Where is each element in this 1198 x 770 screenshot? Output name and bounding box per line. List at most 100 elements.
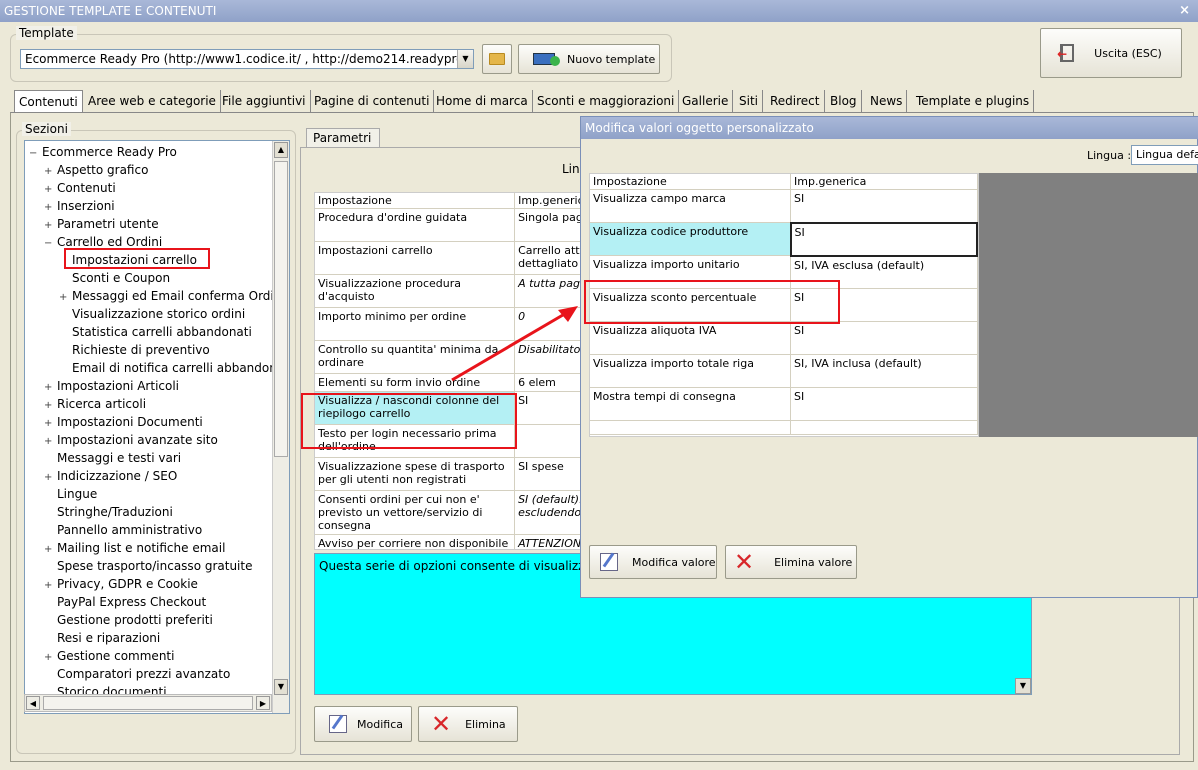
modify-button[interactable]: Modifica <box>314 706 412 742</box>
scroll-right-icon[interactable]: ▶ <box>256 696 270 710</box>
tree-item[interactable]: Pannello amministrativo <box>29 521 284 539</box>
column-header[interactable]: Imp.generica <box>514 193 583 209</box>
tree-item[interactable]: Stringhe/Traduzioni <box>29 503 284 521</box>
tree-item-label: Ecommerce Ready Pro <box>42 145 177 159</box>
tree-item-label: Richieste di preventivo <box>72 343 210 357</box>
exit-icon: ← <box>1057 44 1075 62</box>
tree-item[interactable]: + Impostazioni avanzate sito <box>29 431 284 449</box>
delete-value-button[interactable]: ✕ Elimina valore <box>725 545 857 579</box>
tree-item[interactable]: + Impostazioni Articoli <box>29 377 284 395</box>
modify-value-button[interactable]: Modifica valore <box>589 545 717 579</box>
scroll-down-icon[interactable]: ▼ <box>1015 678 1031 694</box>
delete-button[interactable]: ✕ Elimina <box>418 706 518 742</box>
tab-parametri[interactable]: Parametri <box>306 128 380 148</box>
exit-button[interactable]: ← Uscita (ESC) <box>1040 28 1182 78</box>
h-scroll-thumb[interactable] <box>43 696 253 710</box>
template-select[interactable]: Ecommerce Ready Pro (http://www1.codice.… <box>20 49 474 69</box>
annotation-box-dialog-row <box>584 280 840 324</box>
table-row[interactable]: Avviso per corriere non disponibile ATTEN… <box>315 534 583 549</box>
tree-item[interactable]: Resi e riparazioni <box>29 629 284 647</box>
tree-item[interactable]: Statistica carrelli abbandonati <box>29 323 284 341</box>
sections-tree[interactable]: − Ecommerce Ready Pro + Aspetto grafico + Con… <box>24 140 290 714</box>
tab-gallerie[interactable]: Gallerie <box>678 90 734 112</box>
tree-item-label: Email di notifica carrelli abbandona <box>72 361 285 375</box>
tab-news[interactable]: News <box>866 90 908 112</box>
tree-item[interactable]: + Impostazioni Documenti <box>29 413 284 431</box>
tree-vertical-scrollbar[interactable]: ▲ ▼ <box>272 141 289 713</box>
annotation-box-params-row <box>301 393 517 449</box>
tree-item[interactable]: + Aspetto grafico <box>29 161 284 179</box>
cell-value: SI spese <box>514 457 583 491</box>
tree-item[interactable]: + Indicizzazione / SEO <box>29 467 284 485</box>
scroll-left-icon[interactable]: ◀ <box>26 696 40 710</box>
tree-item[interactable]: Visualizzazione storico ordini <box>29 305 284 323</box>
tree-item[interactable]: + Gestione commenti <box>29 647 284 665</box>
tab-aree-web-e-categorie[interactable]: Aree web e categorie <box>84 90 221 112</box>
column-header[interactable]: Imp.generica <box>790 174 978 190</box>
tree-item[interactable]: Messaggi e testi vari <box>29 449 284 467</box>
tree-item-label: Statistica carrelli abbandonati <box>72 325 252 339</box>
exit-label: Uscita (ESC) <box>1094 46 1162 60</box>
tree-item[interactable]: Spese trasporto/incasso gratuite <box>29 557 284 575</box>
tree-item[interactable]: PayPal Express Checkout <box>29 593 284 611</box>
tree-item-label: Messaggi ed Email conferma Ordin <box>72 289 282 303</box>
scroll-up-icon[interactable]: ▲ <box>274 142 288 158</box>
close-icon[interactable]: × <box>1179 0 1190 22</box>
table-row[interactable]: Visualizzazione spese di trasporto per g… <box>315 457 583 491</box>
tab-redirect[interactable]: Redirect <box>766 90 825 112</box>
cell-setting: Visualizza codice produttore <box>590 222 792 256</box>
cell-value: SI (default): escludendo p <box>514 490 583 535</box>
table-row[interactable]: Visualizza importo totale riga SI, IVA in… <box>590 354 978 388</box>
tab-template-e-plugins[interactable]: Template e plugins <box>912 90 1035 112</box>
tree-item[interactable]: Richieste di preventivo <box>29 341 284 359</box>
table-row[interactable]: Consenti ordini per cui non e' previsto … <box>315 490 583 535</box>
tree-item[interactable]: Lingue <box>29 485 284 503</box>
tree-item[interactable]: + Contenuti <box>29 179 284 197</box>
tree-item-label: Lingue <box>57 487 98 501</box>
tab-file-aggiuntivi[interactable]: File aggiuntivi <box>218 90 311 112</box>
cell-value: SI <box>790 189 978 223</box>
table-row[interactable]: Mostra tempi di consegna SI <box>590 387 978 421</box>
table-row[interactable]: Visualizza aliquota IVA SI <box>590 321 978 355</box>
tree-item-label: Resi e riparazioni <box>57 631 161 645</box>
window-title-bar: GESTIONE TEMPLATE E CONTENUTI <box>0 0 1198 22</box>
table-row[interactable]: Procedura d'ordine guidataSingola pagin <box>315 208 583 242</box>
open-folder-button[interactable] <box>482 44 512 74</box>
cell-value: SI <box>790 321 978 355</box>
tab-contenuti[interactable]: Contenuti <box>14 90 83 112</box>
tree-item-label: Ricerca articoli <box>57 397 147 411</box>
tree-item[interactable]: + Privacy, GDPR e Cookie <box>29 575 284 593</box>
table-row[interactable]: Visualizza codice produttore SI <box>590 221 978 257</box>
column-header[interactable]: Impostazione <box>315 193 516 209</box>
tree-item[interactable]: + Ricerca articoli <box>29 395 284 413</box>
cell-value: ATTENZIONE <box>514 534 583 549</box>
tab-pagine-di-contenuti[interactable]: Pagine di contenuti <box>310 90 435 112</box>
table-row[interactable]: Visualizza campo marca SI <box>590 189 978 223</box>
tree-item[interactable]: + Inserzioni <box>29 197 284 215</box>
tree-item[interactable]: Sconti e Coupon <box>29 269 284 287</box>
tree-item-label: Carrello ed Ordini <box>57 235 163 249</box>
tab-sconti-e-maggiorazioni[interactable]: Sconti e maggiorazioni <box>533 90 680 112</box>
cell-setting: Procedura d'ordine guidata <box>315 208 516 242</box>
column-header[interactable]: Impostazione <box>590 174 792 190</box>
new-template-button[interactable]: Nuovo template <box>518 44 660 74</box>
tree-horizontal-scrollbar[interactable]: ◀ ▶ <box>24 694 272 712</box>
window-title: GESTIONE TEMPLATE E CONTENUTI <box>4 4 217 18</box>
chevron-down-icon[interactable]: ▼ <box>457 50 473 68</box>
tab-siti[interactable]: Siti <box>735 90 763 112</box>
dialog-language-select[interactable]: Lingua defaul <box>1131 145 1198 165</box>
tree-item[interactable]: Gestione prodotti preferiti <box>29 611 284 629</box>
tree-item[interactable]: Email di notifica carrelli abbandona <box>29 359 284 377</box>
template-select-value: Ecommerce Ready Pro (http://www1.codice.… <box>25 52 472 66</box>
tree-item[interactable]: Comparatori prezzi avanzato <box>29 665 284 683</box>
table-row[interactable]: Impostazioni carrelloCarrello attiv dett… <box>315 241 583 275</box>
tab-home-di-marca[interactable]: Home di marca <box>432 90 533 112</box>
tree-item[interactable]: + Parametri utente <box>29 215 284 233</box>
tree-item-label: PayPal Express Checkout <box>57 595 207 609</box>
tree-item[interactable]: + Mailing list e notifiche email <box>29 539 284 557</box>
tab-blog[interactable]: Blog <box>826 90 862 112</box>
scroll-down-icon[interactable]: ▼ <box>274 679 288 695</box>
tree-item[interactable]: + Messaggi ed Email conferma Ordin <box>29 287 284 305</box>
tree-item[interactable]: − Ecommerce Ready Pro <box>29 143 284 161</box>
scroll-thumb[interactable] <box>274 161 288 457</box>
